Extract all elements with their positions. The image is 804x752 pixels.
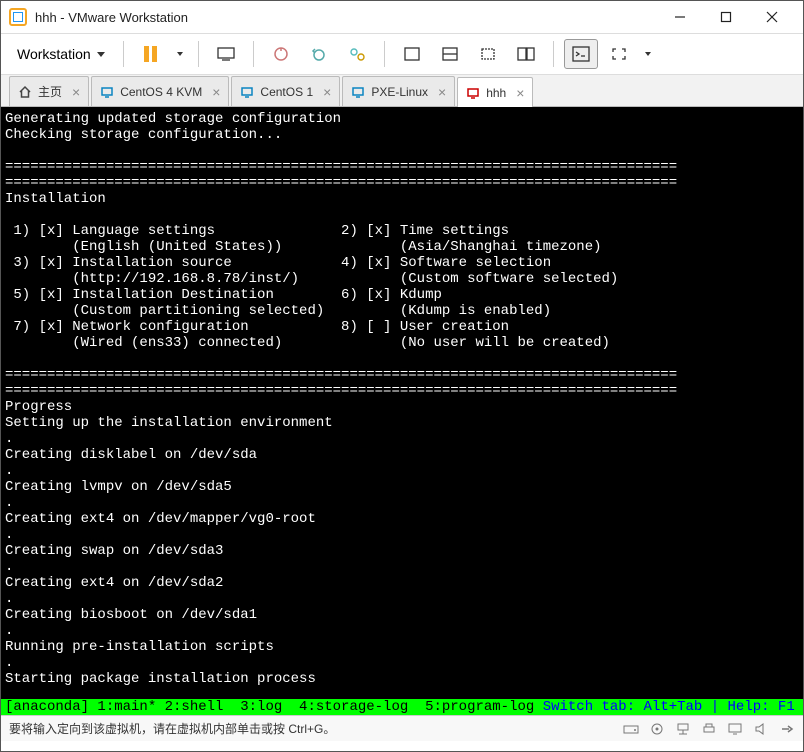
toolbar-separator xyxy=(553,41,554,67)
sound-icon[interactable] xyxy=(753,722,769,736)
progress-line: Creating lvmpv on /dev/sda5 xyxy=(5,479,232,495)
toolbar-separator xyxy=(198,41,199,67)
close-icon[interactable]: × xyxy=(438,84,446,100)
console-line: Generating updated storage configuration xyxy=(5,111,341,127)
view-tile-button[interactable] xyxy=(509,39,543,69)
minimize-button[interactable] xyxy=(657,1,703,33)
home-icon xyxy=(18,85,32,99)
progress-line: Starting package installation process xyxy=(5,671,316,687)
vm-tabs: 主页 × CentOS 4 KVM × CentOS 1 × PXE-Linux… xyxy=(1,75,803,107)
view-grid-button[interactable] xyxy=(471,39,505,69)
window-titlebar: hhh - VMware Workstation xyxy=(1,1,803,33)
close-icon[interactable]: × xyxy=(323,84,331,100)
pause-button[interactable] xyxy=(134,39,168,69)
status-left: [anaconda] 1:main* 2:shell 3:log 4:stora… xyxy=(5,699,534,715)
tab-vm-3[interactable]: PXE-Linux × xyxy=(342,76,455,106)
section-title: Installation xyxy=(5,191,106,207)
pause-dropdown[interactable] xyxy=(172,39,188,69)
main-toolbar: Workstation xyxy=(1,33,803,75)
console-hr: ========================================… xyxy=(5,383,677,399)
install-item-detail: (Wired (ens33) connected) (No user will … xyxy=(5,335,610,351)
install-item-detail: (Custom partitioning selected) (Kdump is… xyxy=(5,303,551,319)
toolbar-separator xyxy=(253,41,254,67)
install-item: 3) [x] Installation source 4) [x] Softwa… xyxy=(5,255,551,271)
network-icon[interactable] xyxy=(675,722,691,736)
display-icon[interactable] xyxy=(727,722,743,736)
cd-icon[interactable] xyxy=(649,722,665,736)
disk-icon[interactable] xyxy=(623,722,639,736)
revert-snapshot-button[interactable] xyxy=(302,39,336,69)
tab-label: hhh xyxy=(486,86,506,100)
progress-title: Progress xyxy=(5,399,72,415)
close-button[interactable] xyxy=(749,1,795,33)
tab-label: 主页 xyxy=(38,83,62,100)
progress-line: Creating swap on /dev/sda3 xyxy=(5,543,223,559)
tab-vm-active[interactable]: hhh × xyxy=(457,77,533,107)
status-help: Switch tab: Alt+Tab | Help: F1 xyxy=(534,699,803,715)
install-item-detail: (http://192.168.8.78/inst/) (Custom soft… xyxy=(5,271,618,287)
progress-line: Creating ext4 on /dev/sda2 xyxy=(5,575,223,591)
tab-vm-1[interactable]: CentOS 4 KVM × xyxy=(91,76,229,106)
window-title: hhh - VMware Workstation xyxy=(35,10,657,25)
workstation-menu[interactable]: Workstation xyxy=(9,42,113,66)
fullscreen-dropdown[interactable] xyxy=(640,39,656,69)
console-hr: ========================================… xyxy=(5,175,677,191)
vm-icon xyxy=(100,85,114,99)
install-item-detail: (English (United States)) (Asia/Shanghai… xyxy=(5,239,602,255)
progress-line: Running pre-installation scripts xyxy=(5,639,274,655)
tab-label: CentOS 1 xyxy=(260,85,313,99)
input-hint: 要将输入定向到该虚拟机，请在虚拟机内部单击或按 Ctrl+G。 xyxy=(9,720,335,737)
view-single-button[interactable] xyxy=(395,39,429,69)
maximize-button[interactable] xyxy=(703,1,749,33)
install-item: 1) [x] Language settings 2) [x] Time set… xyxy=(5,223,509,239)
fullscreen-button[interactable] xyxy=(602,39,636,69)
send-keys-button[interactable] xyxy=(209,39,243,69)
vm-console[interactable]: Generating updated storage configuration… xyxy=(1,107,803,699)
close-icon[interactable]: × xyxy=(516,85,524,101)
install-item: 7) [x] Network configuration 8) [ ] User… xyxy=(5,319,509,335)
install-item: 5) [x] Installation Destination 6) [x] K… xyxy=(5,287,442,303)
vmware-statusbar: 要将输入定向到该虚拟机，请在虚拟机内部单击或按 Ctrl+G。 xyxy=(1,715,803,741)
snapshot-manager-button[interactable] xyxy=(340,39,374,69)
app-icon xyxy=(9,8,27,26)
device-icons xyxy=(623,722,795,736)
anaconda-statusbar: [anaconda] 1:main* 2:shell 3:log 4:stora… xyxy=(1,699,803,715)
tab-label: CentOS 4 KVM xyxy=(120,85,202,99)
console-hr: ========================================… xyxy=(5,159,677,175)
toolbar-separator xyxy=(384,41,385,67)
window-controls xyxy=(657,1,795,33)
progress-line: Creating biosboot on /dev/sda1 xyxy=(5,607,257,623)
progress-line: Creating ext4 on /dev/mapper/vg0-root xyxy=(5,511,316,527)
vm-icon xyxy=(351,85,365,99)
snapshot-button[interactable] xyxy=(264,39,298,69)
vm-icon xyxy=(466,86,480,100)
console-hr: ========================================… xyxy=(5,367,677,383)
toolbar-separator xyxy=(123,41,124,67)
console-line: Checking storage configuration... xyxy=(5,127,282,143)
progress-line: Creating disklabel on /dev/sda xyxy=(5,447,257,463)
console-view-button[interactable] xyxy=(564,39,598,69)
close-icon[interactable]: × xyxy=(212,84,220,100)
vm-icon xyxy=(240,85,254,99)
progress-line: Setting up the installation environment xyxy=(5,415,333,431)
close-icon[interactable]: × xyxy=(72,84,80,100)
more-icon[interactable] xyxy=(779,722,795,736)
view-split-button[interactable] xyxy=(433,39,467,69)
tab-home[interactable]: 主页 × xyxy=(9,76,89,106)
tab-label: PXE-Linux xyxy=(371,85,428,99)
tab-vm-2[interactable]: CentOS 1 × xyxy=(231,76,340,106)
printer-icon[interactable] xyxy=(701,722,717,736)
